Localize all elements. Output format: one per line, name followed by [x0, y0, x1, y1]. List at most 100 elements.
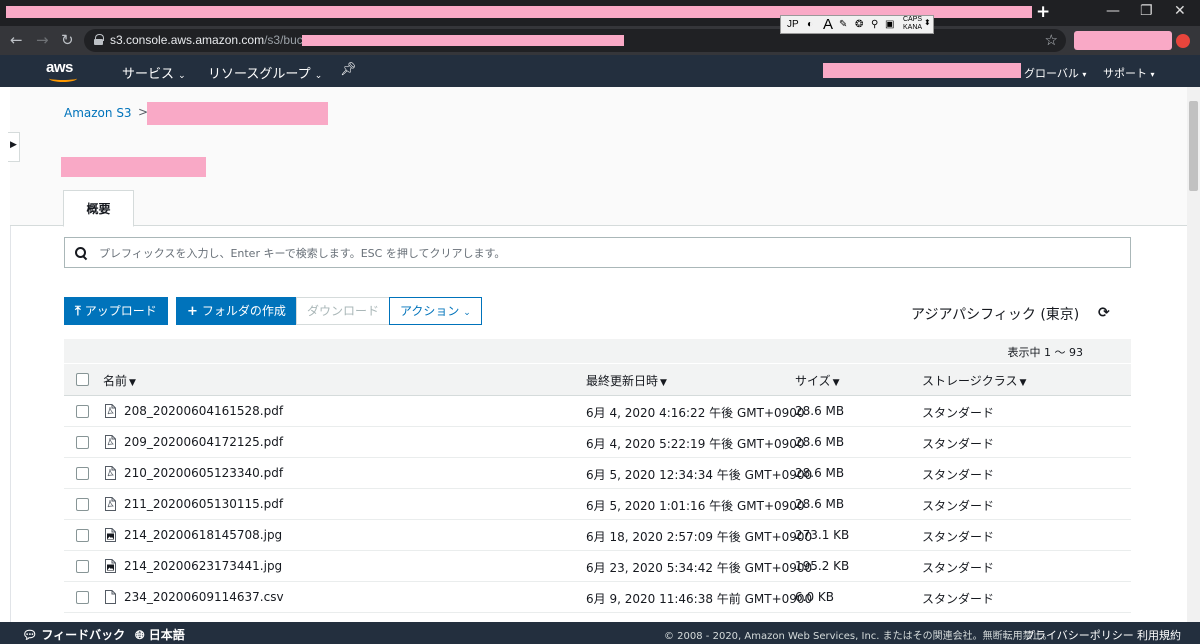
storage-class: スタンダード	[922, 499, 995, 513]
extension-icon[interactable]	[1176, 34, 1190, 48]
maximize-icon[interactable]: ❐	[1140, 3, 1153, 19]
pagination-bar: 表示中 1 ～ 93	[64, 339, 1131, 363]
row-checkbox[interactable]	[76, 405, 89, 418]
pin-icon[interactable]: 📌︎	[340, 62, 357, 77]
row-checkbox[interactable]	[76, 591, 89, 604]
table-row[interactable]: 214_20200618145708.jpg 6月 18, 2020 2:57:0…	[64, 520, 1131, 551]
file-size: 28.6 MB	[795, 435, 845, 449]
ime-dict-icon: ❂	[855, 19, 864, 30]
pdf-file-icon	[105, 497, 116, 511]
aws-logo[interactable]: aws	[46, 59, 82, 85]
redacted-url	[302, 35, 624, 46]
row-checkbox[interactable]	[76, 560, 89, 573]
file-name[interactable]: 214_20200618145708.jpg	[124, 528, 282, 542]
scrollbar-thumb[interactable]	[1189, 101, 1198, 191]
feedback-link[interactable]: 💬︎ フィードバック	[22, 626, 125, 643]
vertical-scrollbar[interactable]	[1187, 87, 1200, 622]
prefix-search	[64, 237, 1131, 268]
new-tab-icon[interactable]: +	[1036, 2, 1050, 22]
sort-down-icon: ▼	[1019, 378, 1027, 388]
redacted-profile	[1074, 31, 1172, 50]
ime-lang: JP	[787, 19, 799, 30]
row-checkbox[interactable]	[76, 467, 89, 480]
minimize-icon[interactable]: —	[1106, 3, 1120, 19]
support-menu[interactable]: サポート ▾	[1103, 65, 1155, 81]
upload-button[interactable]: ⤒ アップロード	[64, 297, 168, 325]
speech-bubble-icon: 💬︎	[22, 628, 38, 642]
table-row[interactable]: 211_20200605130115.pdf 6月 5, 2020 1:01:16…	[64, 489, 1131, 520]
download-button[interactable]: ダウンロード	[296, 297, 391, 325]
close-window-icon[interactable]: ✕	[1174, 3, 1186, 19]
last-modified: 6月 4, 2020 5:22:19 午後 GMT+0900	[586, 437, 805, 451]
file-size: 195.2 KB	[795, 559, 850, 573]
refresh-icon[interactable]: ⟳	[1098, 305, 1110, 321]
last-modified: 6月 5, 2020 1:01:16 午後 GMT+0900	[586, 499, 805, 513]
last-modified: 6月 18, 2020 2:57:09 午後 GMT+0900	[586, 530, 813, 544]
services-menu[interactable]: サービス ⌄	[122, 63, 186, 82]
file-name[interactable]: 214_20200623173441.jpg	[124, 559, 282, 573]
aws-navbar: aws サービス ⌄ リソースグループ ⌄ 📌︎ グローバル ▾ サポート ▾	[0, 55, 1200, 87]
ime-caps-kana: CAPS KANA	[903, 16, 923, 31]
region-menu[interactable]: グローバル ▾	[1024, 65, 1086, 81]
table-row[interactable]: 214_20200623173441.jpg 6月 23, 2020 5:34:4…	[64, 551, 1131, 582]
column-name[interactable]: 名前 ▼	[103, 372, 136, 389]
search-input[interactable]	[99, 243, 1119, 263]
terms-link[interactable]: 利用規約	[1137, 627, 1181, 643]
column-size[interactable]: サイズ ▼	[795, 372, 840, 389]
select-all-checkbox[interactable]	[76, 373, 89, 386]
plus-icon: +	[187, 304, 198, 319]
console-footer: 💬︎ フィードバック 🌐︎ 日本語 © 2008 - 2020, Amazon …	[0, 622, 1200, 644]
forward-icon[interactable]: →	[36, 31, 49, 49]
table-row[interactable]: 209_20200604172125.pdf 6月 4, 2020 5:22:19…	[64, 427, 1131, 458]
chevron-down-icon: ⌄	[178, 71, 186, 81]
file-name[interactable]: 211_20200605130115.pdf	[124, 497, 283, 511]
storage-class: スタンダード	[922, 406, 995, 420]
file-name[interactable]: 208_20200604161528.pdf	[124, 404, 283, 418]
row-checkbox[interactable]	[76, 436, 89, 449]
last-modified: 6月 4, 2020 4:16:22 午後 GMT+0900	[586, 406, 805, 420]
file-name[interactable]: 210_20200605123340.pdf	[124, 466, 283, 480]
actions-dropdown[interactable]: アクション ⌄	[389, 297, 482, 325]
pdf-file-icon	[105, 435, 116, 449]
browser-toolbar: ← → ↻ s3.console.aws.amazon.com/s3/bucke…	[0, 26, 1200, 55]
file-name[interactable]: 209_20200604172125.pdf	[124, 435, 283, 449]
reload-icon[interactable]: ↻	[61, 31, 74, 49]
table-header: 名前 ▼ 最終更新日時 ▼ サイズ ▼ ストレージクラス ▼	[64, 364, 1131, 396]
storage-class: スタンダード	[922, 437, 995, 451]
lock-icon	[94, 34, 104, 45]
image-file-icon	[105, 559, 116, 573]
table-row[interactable]: 208_20200604161528.pdf 6月 4, 2020 4:16:22…	[64, 396, 1131, 427]
last-modified: 6月 5, 2020 12:34:34 午後 GMT+0900	[586, 468, 813, 482]
ime-tools-icon: ✎	[839, 19, 848, 30]
resource-groups-menu[interactable]: リソースグループ ⌄	[208, 63, 322, 82]
language-selector[interactable]: 🌐︎ 日本語	[135, 626, 185, 643]
redacted-bucket-title	[61, 157, 206, 177]
breadcrumb-root-link[interactable]: Amazon S3	[64, 106, 132, 120]
file-size: 28.6 MB	[795, 404, 845, 418]
column-modified[interactable]: 最終更新日時 ▼	[586, 372, 667, 389]
ime-font-icon: A	[823, 16, 834, 33]
back-icon[interactable]: ←	[10, 31, 23, 49]
create-folder-button[interactable]: + フォルダの作成	[176, 297, 297, 325]
ime-mode-icon: ◐	[807, 19, 814, 30]
column-storage-class[interactable]: ストレージクラス ▼	[922, 372, 1026, 389]
sidebar-toggle[interactable]: ▶	[8, 132, 20, 162]
file-name[interactable]: 234_20200609114637.csv	[124, 590, 284, 604]
tab-overview[interactable]: 概要	[63, 190, 134, 227]
row-checkbox[interactable]	[76, 498, 89, 511]
privacy-policy-link[interactable]: プライバシーポリシー	[1024, 627, 1134, 643]
browser-tabstrip: + — ❐ ✕	[0, 0, 1200, 26]
chevron-down-icon: ⌄	[314, 71, 323, 81]
table-row[interactable]: 234_20200609114637.csv 6月 9, 2020 11:46:3…	[64, 582, 1131, 613]
image-file-icon	[105, 528, 116, 542]
storage-class: スタンダード	[922, 561, 995, 575]
redacted-bucket-breadcrumb	[147, 102, 328, 125]
sort-down-icon: ▼	[129, 378, 136, 388]
last-modified: 6月 23, 2020 5:34:42 午後 GMT+0900	[586, 561, 813, 575]
file-size: 28.6 MB	[795, 466, 845, 480]
row-checkbox[interactable]	[76, 529, 89, 542]
file-icon	[105, 590, 116, 604]
bookmark-star-icon[interactable]: ☆	[1045, 31, 1058, 49]
table-row[interactable]: 210_20200605123340.pdf 6月 5, 2020 12:34:3…	[64, 458, 1131, 489]
chevron-right-icon: ▶	[10, 140, 17, 150]
